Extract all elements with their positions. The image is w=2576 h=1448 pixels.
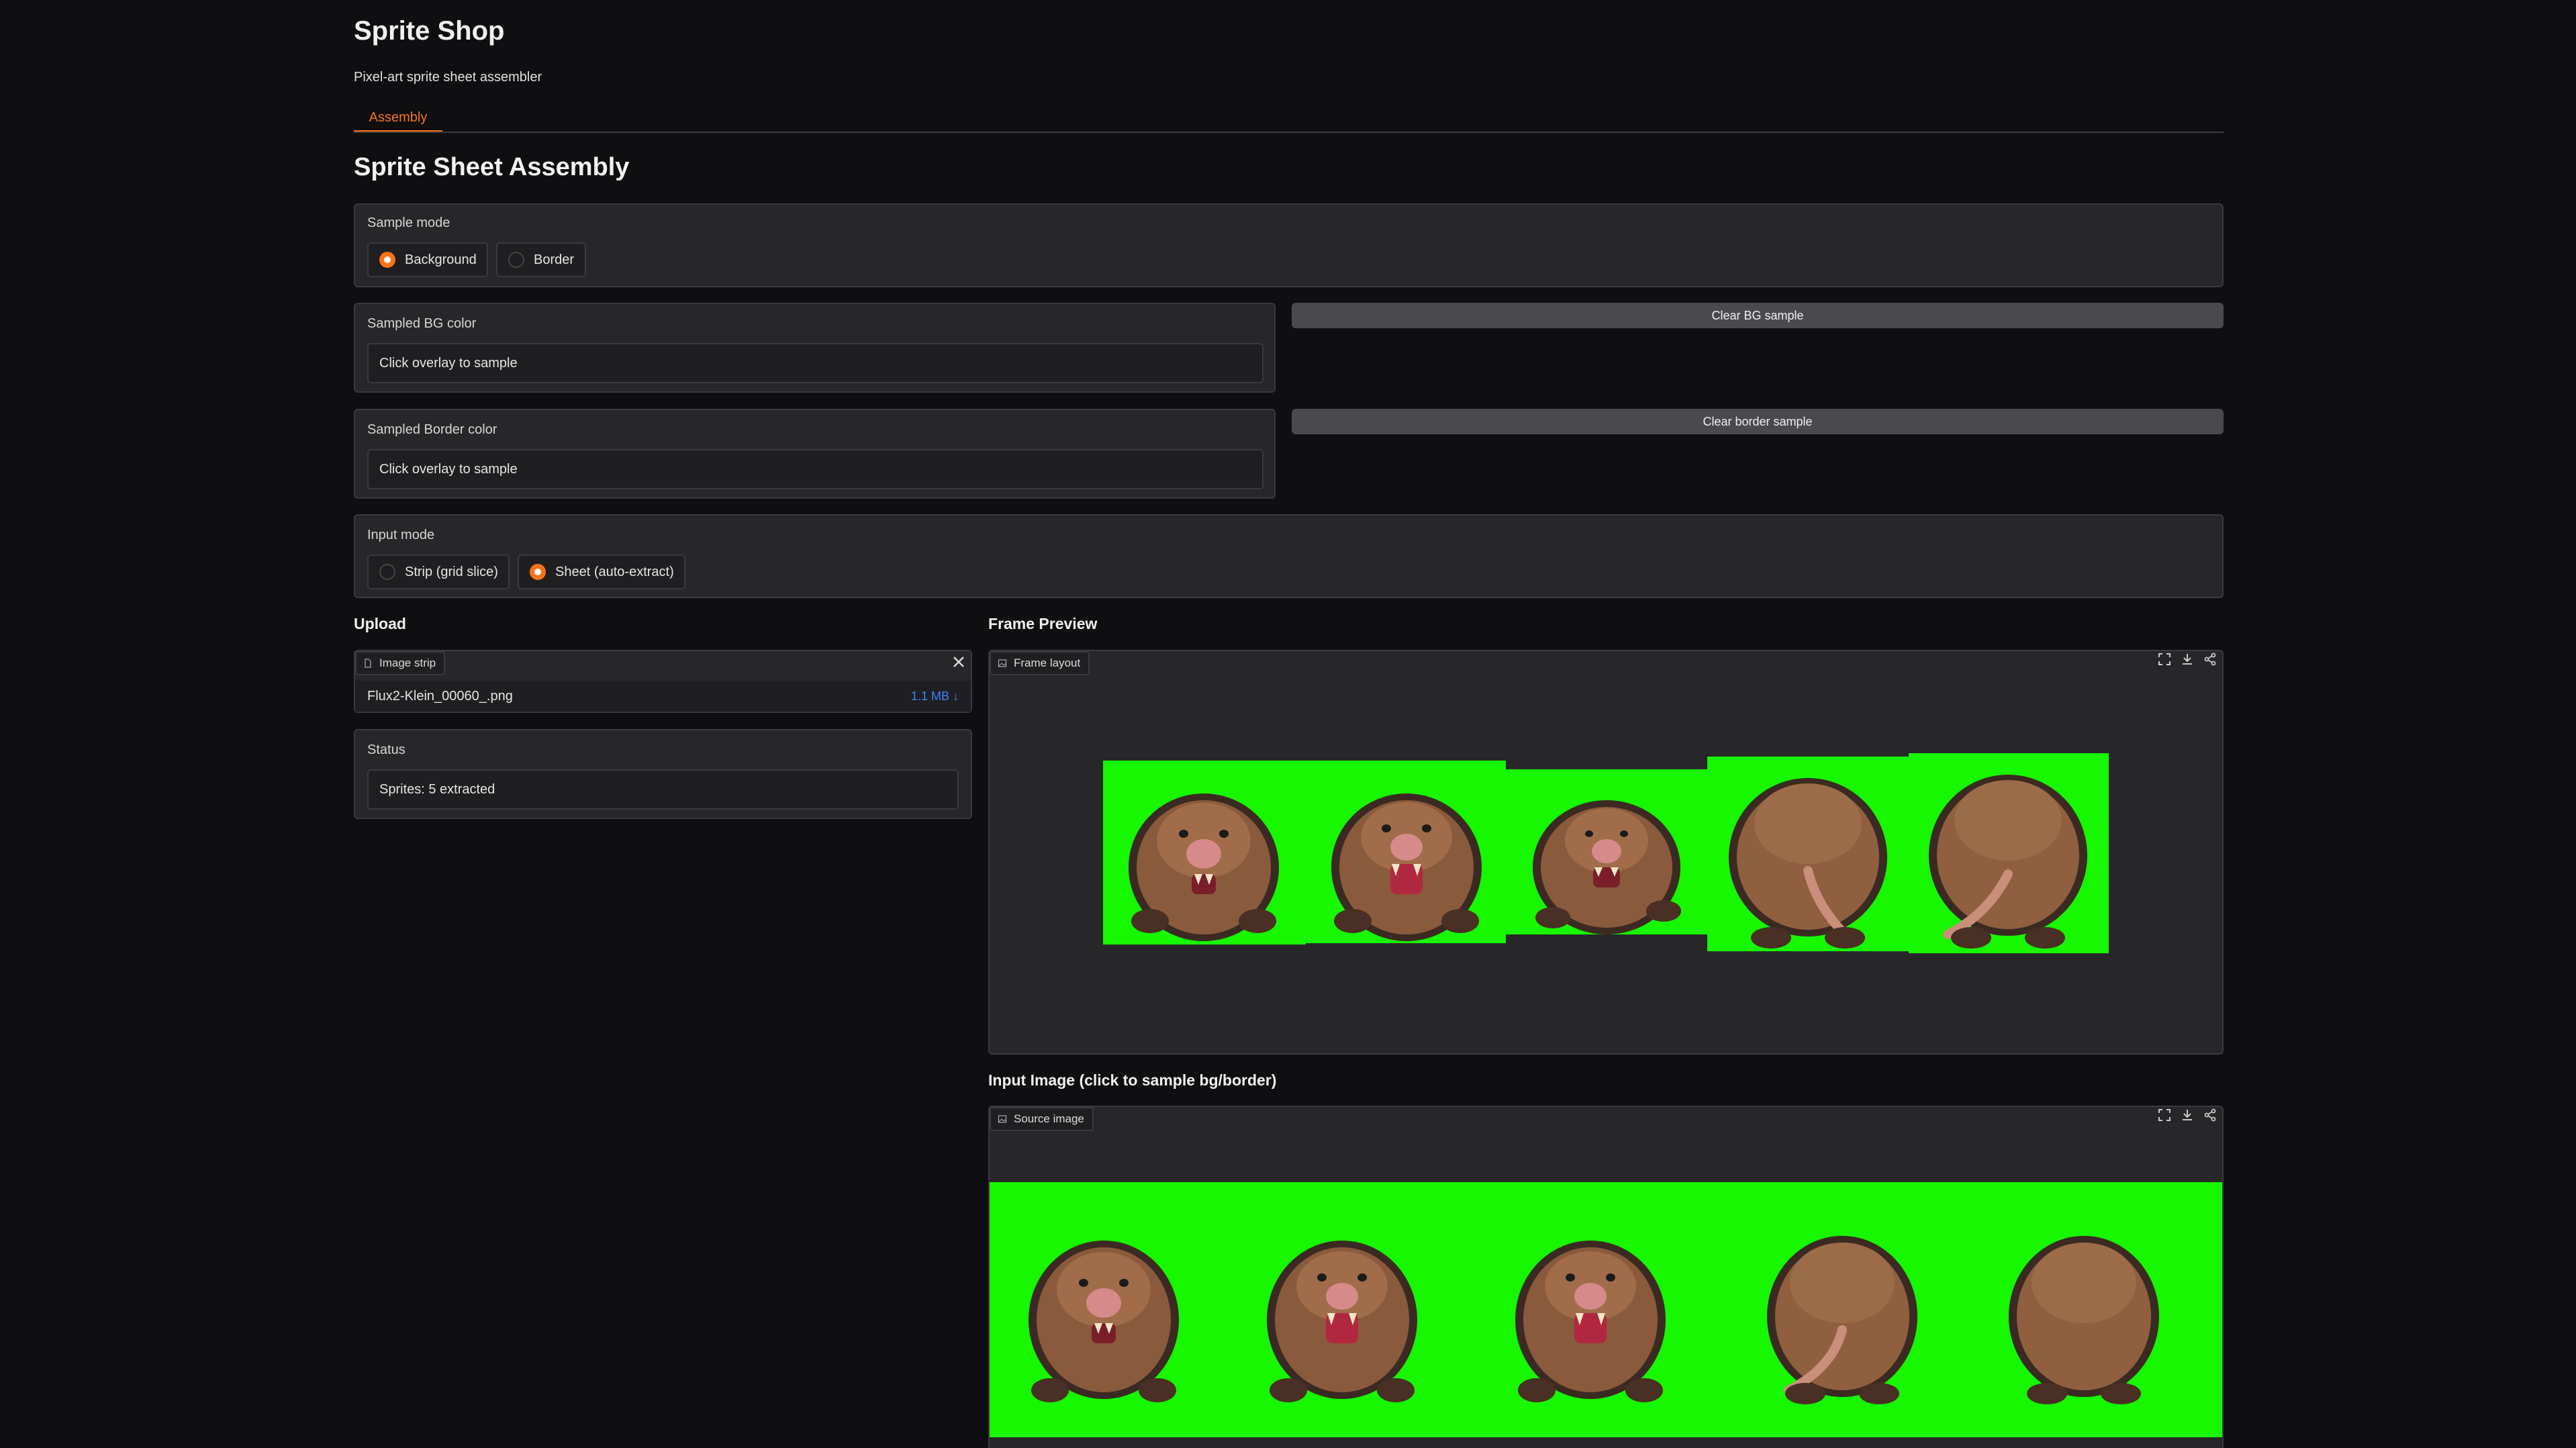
- source-mole-1: [1029, 1241, 1179, 1402]
- download-icon[interactable]: [2179, 651, 2195, 667]
- radio-border-label: Border: [534, 252, 575, 267]
- radio-dot-selected: [379, 252, 395, 268]
- app-subtitle: Pixel-art sprite sheet assembler: [354, 70, 542, 85]
- sampled-bg-panel: Sampled BG color Click overlay to sample: [354, 303, 1276, 393]
- sampled-bg-value: Click overlay to sample: [379, 355, 518, 371]
- section-title: Sprite Sheet Assembly: [354, 153, 630, 181]
- radio-border[interactable]: Border: [496, 242, 586, 277]
- source-sprites: [1029, 1236, 2159, 1404]
- sampled-bg-label: Sampled BG color: [367, 316, 477, 331]
- source-image-chip: Source image: [990, 1107, 1094, 1131]
- radio-strip[interactable]: Strip (grid slice): [367, 554, 510, 589]
- input-mode-label: Input mode: [367, 528, 435, 542]
- sample-mode-panel: Sample mode Background Border: [354, 203, 2224, 287]
- mole-sprite: [1129, 793, 1279, 941]
- upload-panel: Image strip Flux2-Klein_00060_.png 1.1 M…: [354, 650, 972, 713]
- sample-mode-label: Sample mode: [367, 215, 450, 230]
- input-mode-panel: Input mode Strip (grid slice) Sheet (aut…: [354, 514, 2224, 598]
- frame-preview-panel: Frame layout: [988, 650, 2224, 1055]
- input-image-panel[interactable]: Source image: [988, 1106, 2224, 1448]
- frame-sprites: [1129, 775, 2087, 949]
- radio-background-label: Background: [405, 252, 477, 267]
- app-title: Sprite Shop: [354, 16, 505, 46]
- status-label: Status: [367, 742, 406, 757]
- image-icon: [998, 1115, 1007, 1123]
- mole-sprite-2: [1331, 793, 1482, 941]
- source-image-chip-label: Source image: [1014, 1112, 1084, 1125]
- radio-dot: [508, 252, 524, 268]
- sampled-border-value: Click overlay to sample: [379, 461, 518, 477]
- status-field: Sprites: 5 extracted: [367, 769, 959, 810]
- radio-dot-selected: [530, 564, 546, 580]
- radio-sheet[interactable]: Sheet (auto-extract): [518, 554, 685, 589]
- share-icon[interactable]: [2202, 1107, 2218, 1123]
- source-mole-4: [1767, 1236, 1917, 1404]
- download-icon[interactable]: [2179, 1107, 2195, 1123]
- source-image[interactable]: [990, 1182, 2222, 1437]
- mole-sprite-5: [1929, 775, 2087, 949]
- radio-sheet-label: Sheet (auto-extract): [555, 564, 674, 579]
- upload-heading: Upload: [354, 615, 406, 632]
- sampled-border-field[interactable]: Click overlay to sample: [367, 449, 1263, 489]
- source-mole-5: [2009, 1236, 2159, 1404]
- frame-layout-chip: Frame layout: [990, 651, 1090, 675]
- file-icon: [365, 659, 371, 668]
- file-name: Flux2-Klein_00060_.png: [367, 688, 513, 704]
- sampled-border-label: Sampled Border color: [367, 422, 497, 437]
- close-icon[interactable]: [951, 654, 967, 670]
- clear-border-sample-button[interactable]: Clear border sample: [1292, 409, 2224, 434]
- share-icon[interactable]: [2202, 651, 2218, 667]
- frame-layout-chip-label: Frame layout: [1014, 657, 1081, 669]
- upload-chip: Image strip: [355, 651, 446, 675]
- status-value: Sprites: 5 extracted: [379, 781, 495, 797]
- input-image-heading: Input Image (click to sample bg/border): [988, 1071, 1277, 1089]
- mole-sprite-4: [1729, 778, 1887, 949]
- fullscreen-icon[interactable]: [2156, 1107, 2173, 1123]
- upload-chip-label: Image strip: [379, 657, 436, 669]
- tab-assembly[interactable]: Assembly: [354, 105, 442, 133]
- tab-assembly-label: Assembly: [369, 109, 428, 125]
- image-icon: [998, 659, 1007, 667]
- uploaded-file-row[interactable]: Flux2-Klein_00060_.png 1.1 MB ↓: [355, 681, 971, 712]
- source-mole-2: [1267, 1241, 1417, 1402]
- file-size-download-link[interactable]: 1.1 MB ↓: [911, 689, 959, 704]
- sampled-bg-field[interactable]: Click overlay to sample: [367, 343, 1263, 383]
- frame-preview-heading: Frame Preview: [988, 615, 1098, 632]
- source-mole-3: [1515, 1241, 1666, 1402]
- fullscreen-icon[interactable]: [2156, 651, 2173, 667]
- clear-bg-sample-button[interactable]: Clear BG sample: [1292, 303, 2224, 328]
- status-panel: Status Sprites: 5 extracted: [354, 729, 972, 819]
- radio-strip-label: Strip (grid slice): [405, 564, 498, 579]
- sampled-border-panel: Sampled Border color Click overlay to sa…: [354, 409, 1276, 499]
- radio-dot: [379, 564, 395, 580]
- tab-divider: [354, 132, 2224, 133]
- mole-sprite-3: [1533, 800, 1681, 934]
- radio-background[interactable]: Background: [367, 242, 488, 277]
